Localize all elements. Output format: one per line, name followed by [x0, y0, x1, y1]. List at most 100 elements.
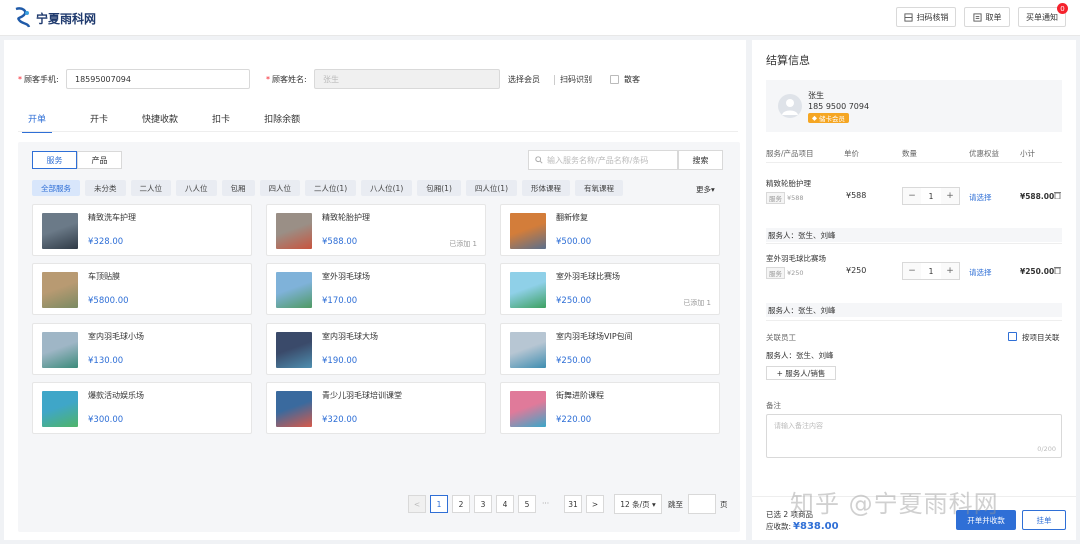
- customer-phone: 185 9500 7094: [808, 102, 870, 111]
- next-page-button[interactable]: >: [586, 495, 604, 513]
- category-chip[interactable]: 四人位(1): [465, 180, 517, 196]
- quantity-stepper[interactable]: −1 +: [902, 262, 960, 280]
- page-button[interactable]: 1: [430, 495, 448, 513]
- goto-page-input[interactable]: [688, 494, 716, 514]
- page-size-select[interactable]: 12 条/页 ▾: [614, 494, 662, 514]
- service-card[interactable]: 室内羽毛球大场 ¥190.00: [266, 323, 486, 375]
- last-page-button[interactable]: 31: [564, 495, 582, 513]
- list-icon: [972, 12, 982, 22]
- page-ellipsis: ···: [542, 499, 550, 508]
- search-button[interactable]: 搜索: [678, 150, 723, 170]
- tab-open-order[interactable]: 开单: [18, 106, 56, 133]
- anonymous-checkbox[interactable]: [610, 75, 619, 84]
- page-button[interactable]: 4: [496, 495, 514, 513]
- top-header: 宁夏雨科网 扫码核销 取单 买单通知 0: [0, 0, 1080, 36]
- total-amount: ¥838.00: [793, 521, 839, 532]
- service-card[interactable]: 精致轮胎护理 ¥588.00 已添加 1: [266, 204, 486, 256]
- search-placeholder: 输入服务名称/产品名称/条码: [547, 155, 649, 165]
- service-card[interactable]: 车顶贴膜 ¥5800.00: [32, 263, 252, 315]
- category-chip[interactable]: 八人位: [176, 180, 217, 196]
- page-unit-label: 页: [720, 500, 728, 509]
- by-item-checkbox[interactable]: [1008, 332, 1017, 341]
- scan-verify-button[interactable]: 扫码核销: [896, 7, 956, 27]
- bill-notify-label: 买单通知: [1026, 12, 1058, 22]
- choose-benefit-link[interactable]: 请选择: [969, 267, 992, 278]
- plus-button[interactable]: +: [941, 188, 959, 204]
- prev-page-button[interactable]: <: [408, 495, 426, 513]
- remark-textarea[interactable]: 请输入备注内容 0/200: [766, 414, 1062, 458]
- choose-benefit-link[interactable]: 请选择: [969, 192, 992, 203]
- type-toggle: 服务 产品: [32, 151, 122, 169]
- name-label: * 顾客姓名:: [266, 75, 307, 84]
- delete-icon[interactable]: [1054, 266, 1061, 274]
- service-card[interactable]: 街舞进阶课程 ¥220.00: [500, 382, 720, 434]
- service-card[interactable]: 翻新修复 ¥500.00: [500, 204, 720, 256]
- catalog-search-input[interactable]: 输入服务名称/产品名称/条码: [528, 150, 678, 170]
- service-card[interactable]: 室内羽毛球场VIP包间 ¥250.00: [500, 323, 720, 375]
- name-input[interactable]: 张生: [314, 69, 500, 89]
- quantity-value: 1: [922, 263, 940, 279]
- tab-deduct-balance[interactable]: 扣除余额: [254, 106, 310, 133]
- page-button[interactable]: 5: [518, 495, 536, 513]
- category-chip[interactable]: 八人位(1): [361, 180, 413, 196]
- seg-service-button[interactable]: 服务: [32, 151, 77, 169]
- service-card[interactable]: 室外羽毛球场 ¥170.00: [266, 263, 486, 315]
- category-chip[interactable]: 四人位: [259, 180, 300, 196]
- category-chip[interactable]: 二人位: [130, 180, 171, 196]
- hold-order-button[interactable]: 挂单: [1022, 510, 1066, 530]
- add-staff-button[interactable]: + 服务人/销售: [766, 366, 836, 380]
- quantity-stepper[interactable]: −1 +: [902, 187, 960, 205]
- quantity-value: 1: [922, 188, 940, 204]
- phone-label: * 顾客手机:: [18, 75, 59, 84]
- order-main-panel: * 顾客手机: 18595007094 * 顾客姓名: 张生 选择会员 扫码识别 散…: [4, 40, 746, 540]
- tab-open-card[interactable]: 开卡: [80, 106, 118, 133]
- seg-product-button[interactable]: 产品: [77, 151, 122, 169]
- choose-member-link[interactable]: 选择会员: [508, 74, 540, 85]
- order-tabs: 开单 开卡 快捷收款 扣卡 扣除余额: [18, 106, 310, 133]
- category-chip[interactable]: 二人位(1): [305, 180, 357, 196]
- scan-recognize-link[interactable]: 扫码识别: [560, 74, 592, 85]
- anonymous-label: 散客: [624, 75, 640, 84]
- delete-icon[interactable]: [1054, 191, 1061, 199]
- take-order-button[interactable]: 取单: [964, 7, 1010, 27]
- page-button[interactable]: 3: [474, 495, 492, 513]
- service-thumbnail: [510, 213, 546, 249]
- service-name: 翻新修复: [556, 213, 588, 222]
- service-price: ¥5800.00: [88, 296, 129, 306]
- phone-input[interactable]: 18595007094: [66, 69, 250, 89]
- category-chip[interactable]: 包厢: [221, 180, 255, 196]
- more-categories-button[interactable]: 更多▾: [696, 184, 715, 195]
- plus-button[interactable]: +: [941, 263, 959, 279]
- service-card[interactable]: 爆款活动娱乐场 ¥300.00: [32, 382, 252, 434]
- service-card[interactable]: 青少儿羽毛球培训课堂 ¥320.00: [266, 382, 486, 434]
- service-card[interactable]: 精致洗车护理 ¥328.00: [32, 204, 252, 256]
- tab-quick-pay[interactable]: 快捷收款: [132, 106, 188, 133]
- item-tag: 服务 ¥250: [766, 267, 804, 279]
- category-chip[interactable]: 未分类: [85, 180, 126, 196]
- service-thumbnail: [510, 332, 546, 368]
- col-header: 优惠权益: [969, 149, 999, 158]
- customer-name: 张生: [808, 91, 824, 100]
- service-name: 室外羽毛球场: [322, 272, 370, 281]
- remark-label: 备注: [766, 401, 781, 410]
- minus-button[interactable]: −: [903, 263, 921, 279]
- service-card[interactable]: 室外羽毛球比赛场 ¥250.00 已添加 1: [500, 263, 720, 315]
- item-staff: 服务人：张生、刘峰: [766, 303, 1062, 317]
- service-card[interactable]: 室内羽毛球小场 ¥130.00: [32, 323, 252, 375]
- page-button[interactable]: 2: [452, 495, 470, 513]
- category-chip[interactable]: 形体课程: [522, 180, 570, 196]
- service-price: ¥170.00: [322, 296, 358, 306]
- tab-deduct-card[interactable]: 扣卡: [202, 106, 240, 133]
- staff-line: 服务人：张生、刘峰: [766, 351, 834, 360]
- category-chip[interactable]: 全部服务: [32, 180, 80, 196]
- logo-text: 宁夏雨科网: [36, 11, 97, 26]
- service-price: ¥130.00: [88, 356, 124, 366]
- minus-button[interactable]: −: [903, 188, 921, 204]
- bill-notify-button[interactable]: 买单通知 0: [1018, 3, 1068, 27]
- category-chip[interactable]: 包厢(1): [417, 180, 461, 196]
- col-header: 数量: [902, 149, 917, 158]
- col-header: 小计: [1020, 149, 1035, 158]
- scan-icon: [903, 12, 913, 22]
- category-chip[interactable]: 有氧课程: [575, 180, 623, 196]
- service-thumbnail: [510, 391, 546, 427]
